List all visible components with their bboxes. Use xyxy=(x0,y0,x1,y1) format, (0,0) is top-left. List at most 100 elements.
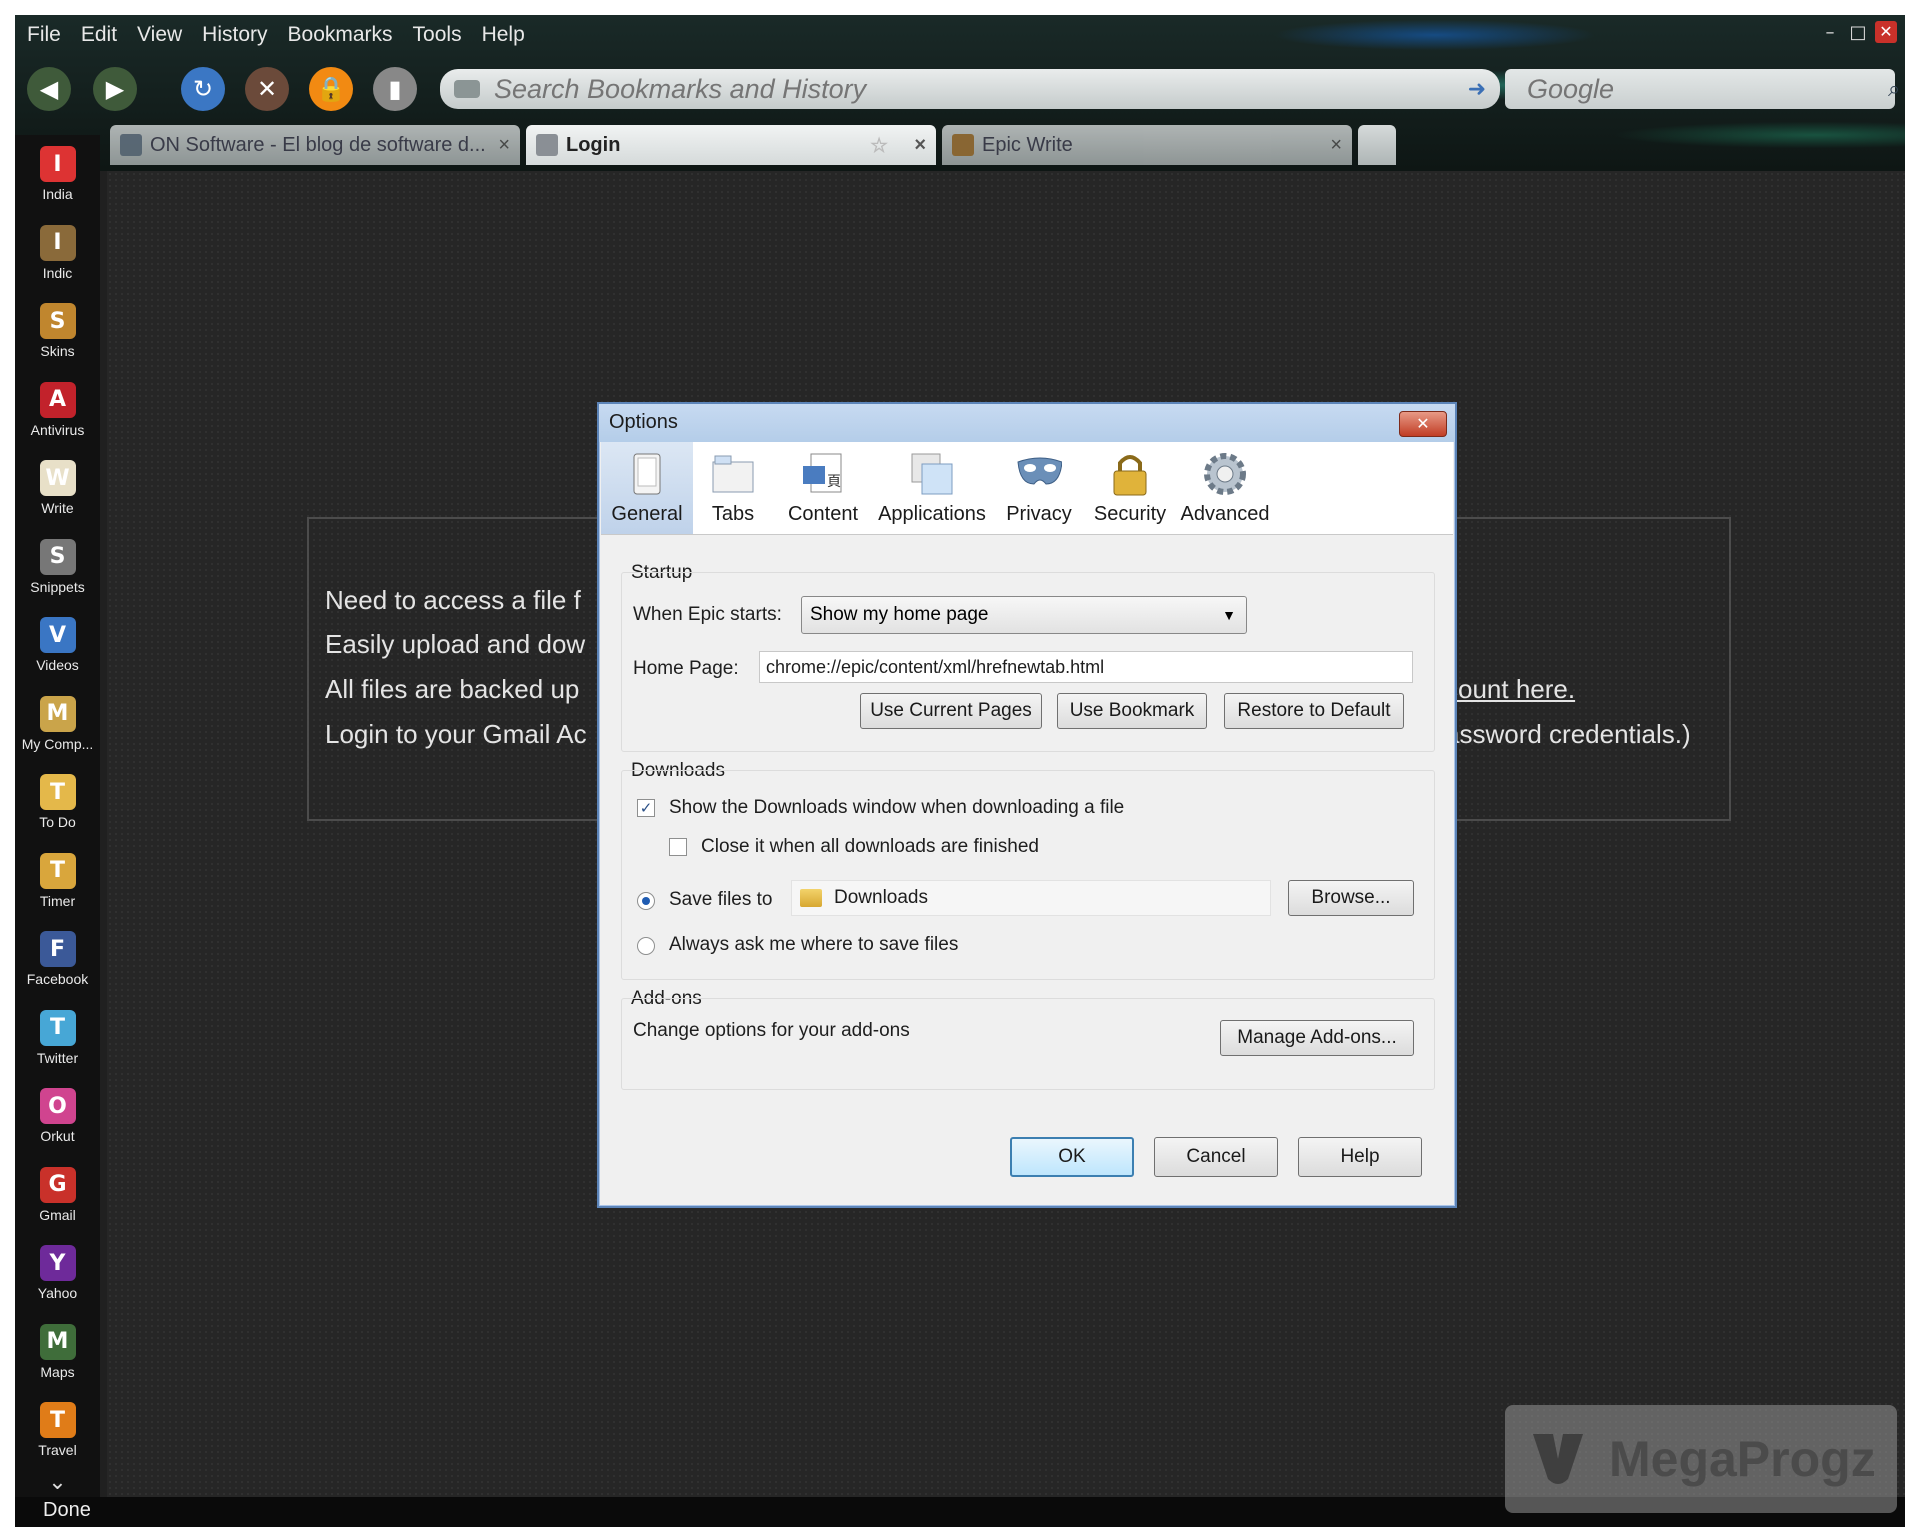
stop-icon[interactable]: ✕ xyxy=(245,67,289,111)
help-button[interactable]: Help xyxy=(1298,1137,1422,1177)
forward-icon[interactable]: ▶ xyxy=(93,67,137,111)
tab-general[interactable]: General xyxy=(601,442,693,534)
tab-label: ON Software - El blog de software d... xyxy=(150,133,486,156)
sidebar-item-label: Yahoo xyxy=(37,1285,78,1302)
when-starts-select[interactable]: Show my home page ▼ xyxy=(801,596,1247,634)
tab-close-icon[interactable]: × xyxy=(914,134,926,157)
sidebar-item-gmail[interactable]: G Gmail xyxy=(15,1156,100,1235)
browser-window: File Edit View History Bookmarks Tools H… xyxy=(15,15,1905,1527)
reload-icon[interactable]: ↻ xyxy=(181,67,225,111)
search-box[interactable]: ⌕ xyxy=(1505,69,1900,109)
sidebar-item-label: Timer xyxy=(39,892,76,909)
create-account-link[interactable]: count here. xyxy=(1445,674,1575,705)
cancel-button[interactable]: Cancel xyxy=(1154,1137,1278,1177)
sidebar-item-timer[interactable]: T Timer xyxy=(15,842,100,921)
tab-advanced[interactable]: Advanced xyxy=(1173,442,1277,534)
status-text: Done xyxy=(43,1499,91,1521)
snippets-icon: S xyxy=(39,538,76,575)
tab-close-icon[interactable]: × xyxy=(498,134,510,157)
facebook-icon: F xyxy=(39,931,76,968)
menu-file[interactable]: File xyxy=(15,23,71,47)
sidebar-item-label: Videos xyxy=(36,657,79,674)
browse-button[interactable]: Browse... xyxy=(1288,880,1414,916)
tab-onsoftware[interactable]: ON Software - El blog de software d... × xyxy=(110,125,520,165)
maximize-icon[interactable]: □ xyxy=(1847,22,1869,43)
page-icon xyxy=(454,80,480,98)
sidebar-item-travel[interactable]: T Travel xyxy=(15,1391,100,1470)
sidebar-item-videos[interactable]: V Videos xyxy=(15,606,100,685)
sidebar-item-indic[interactable]: I Indic xyxy=(15,214,100,293)
menu-tools[interactable]: Tools xyxy=(403,23,472,47)
use-current-pages-button[interactable]: Use Current Pages xyxy=(860,693,1042,729)
tab-privacy[interactable]: Privacy xyxy=(991,442,1087,534)
info-line: Need to access a file f xyxy=(325,585,581,615)
close-when-done-label: Close it when all downloads are finished xyxy=(701,836,1039,857)
menu-help[interactable]: Help xyxy=(472,23,535,47)
tab-content[interactable]: 頁 Content xyxy=(773,442,873,534)
back-icon[interactable]: ◀ xyxy=(27,67,71,111)
sidebar-item-facebook[interactable]: F Facebook xyxy=(15,920,100,999)
minimize-icon[interactable]: – xyxy=(1819,22,1841,43)
sidebar-item-snippets[interactable]: S Snippets xyxy=(15,528,100,607)
sidebar: I India I Indic S Skins A Antivirus W Write S Snipp… xyxy=(15,135,100,1515)
sidebar-item-maps[interactable]: M Maps xyxy=(15,1313,100,1392)
sidebar-item-skins[interactable]: S Skins xyxy=(15,292,100,371)
sidebar-item-label: Travel xyxy=(38,1442,77,1459)
favicon-icon xyxy=(952,134,974,156)
close-window-icon[interactable]: ✕ xyxy=(1875,21,1897,43)
close-when-done-checkbox[interactable] xyxy=(669,838,687,856)
menu-view[interactable]: View xyxy=(127,23,192,47)
home-page-input[interactable] xyxy=(759,651,1413,683)
tab-epic-write[interactable]: Epic Write × xyxy=(942,125,1352,165)
watermark: MegaProgz xyxy=(1505,1405,1897,1513)
sidebar-item-write[interactable]: W Write xyxy=(15,449,100,528)
dialog-title: Options xyxy=(609,411,678,433)
lock-icon[interactable]: 🔒 xyxy=(309,67,353,111)
menu-history[interactable]: History xyxy=(192,23,277,47)
tab-label: General xyxy=(611,503,683,525)
ok-button[interactable]: OK xyxy=(1010,1137,1134,1177)
sidebar-item-orkut[interactable]: O Orkut xyxy=(15,1077,100,1156)
chevron-down-icon[interactable]: ⌄ xyxy=(15,1470,100,1495)
save-files-radio[interactable] xyxy=(637,892,655,910)
sidebar-item-india[interactable]: I India xyxy=(15,135,100,214)
dialog-titlebar[interactable]: Options ✕ xyxy=(599,404,1455,442)
sidebar-item-label: India xyxy=(42,186,73,203)
search-input[interactable] xyxy=(1525,72,1888,106)
general-icon xyxy=(624,451,670,497)
trash-icon[interactable]: ▮ xyxy=(373,67,417,111)
tab-security[interactable]: Security xyxy=(1087,442,1173,534)
dialog-close-icon[interactable]: ✕ xyxy=(1399,411,1447,437)
favicon-icon xyxy=(536,134,558,156)
my-computer-icon: M xyxy=(39,695,76,732)
todo-icon: T xyxy=(39,774,76,811)
sidebar-item-antivirus[interactable]: A Antivirus xyxy=(15,371,100,450)
menu-bookmarks[interactable]: Bookmarks xyxy=(278,23,403,47)
manage-addons-button[interactable]: Manage Add-ons... xyxy=(1220,1020,1414,1056)
tab-close-icon[interactable]: × xyxy=(1330,134,1342,157)
new-tab-button[interactable] xyxy=(1358,125,1396,165)
navigation-toolbar: ◀ ▶ ↻ ✕ 🔒 ▮ ➜ ⌕ xyxy=(15,63,1905,115)
url-input[interactable] xyxy=(492,72,1468,106)
bookmark-star-icon[interactable]: ☆ xyxy=(870,133,888,158)
sidebar-item-yahoo[interactable]: Y Yahoo xyxy=(15,1234,100,1313)
sidebar-item-label: Maps xyxy=(40,1363,75,1380)
restore-default-button[interactable]: Restore to Default xyxy=(1224,693,1404,729)
menu-edit[interactable]: Edit xyxy=(71,23,127,47)
timer-icon: T xyxy=(39,852,76,889)
go-arrow-icon[interactable]: ➜ xyxy=(1468,77,1486,102)
use-bookmark-button[interactable]: Use Bookmark xyxy=(1057,693,1207,729)
browser-chrome: File Edit View History Bookmarks Tools H… xyxy=(15,15,1905,171)
tab-login[interactable]: Login ☆ × xyxy=(526,125,936,165)
sidebar-item-my-comp[interactable]: M My Comp... xyxy=(15,685,100,764)
search-icon[interactable]: ⌕ xyxy=(1888,77,1900,102)
watermark-text: MegaProgz xyxy=(1609,1431,1876,1487)
applications-icon xyxy=(909,451,955,497)
url-bar[interactable]: ➜ xyxy=(440,69,1500,109)
tab-tabs[interactable]: Tabs xyxy=(693,442,773,534)
show-downloads-checkbox[interactable]: ✓ xyxy=(637,799,655,817)
tab-applications[interactable]: Applications xyxy=(873,442,991,534)
sidebar-item-twitter[interactable]: T Twitter xyxy=(15,999,100,1078)
sidebar-item-to-do[interactable]: T To Do xyxy=(15,763,100,842)
always-ask-radio[interactable] xyxy=(637,937,655,955)
